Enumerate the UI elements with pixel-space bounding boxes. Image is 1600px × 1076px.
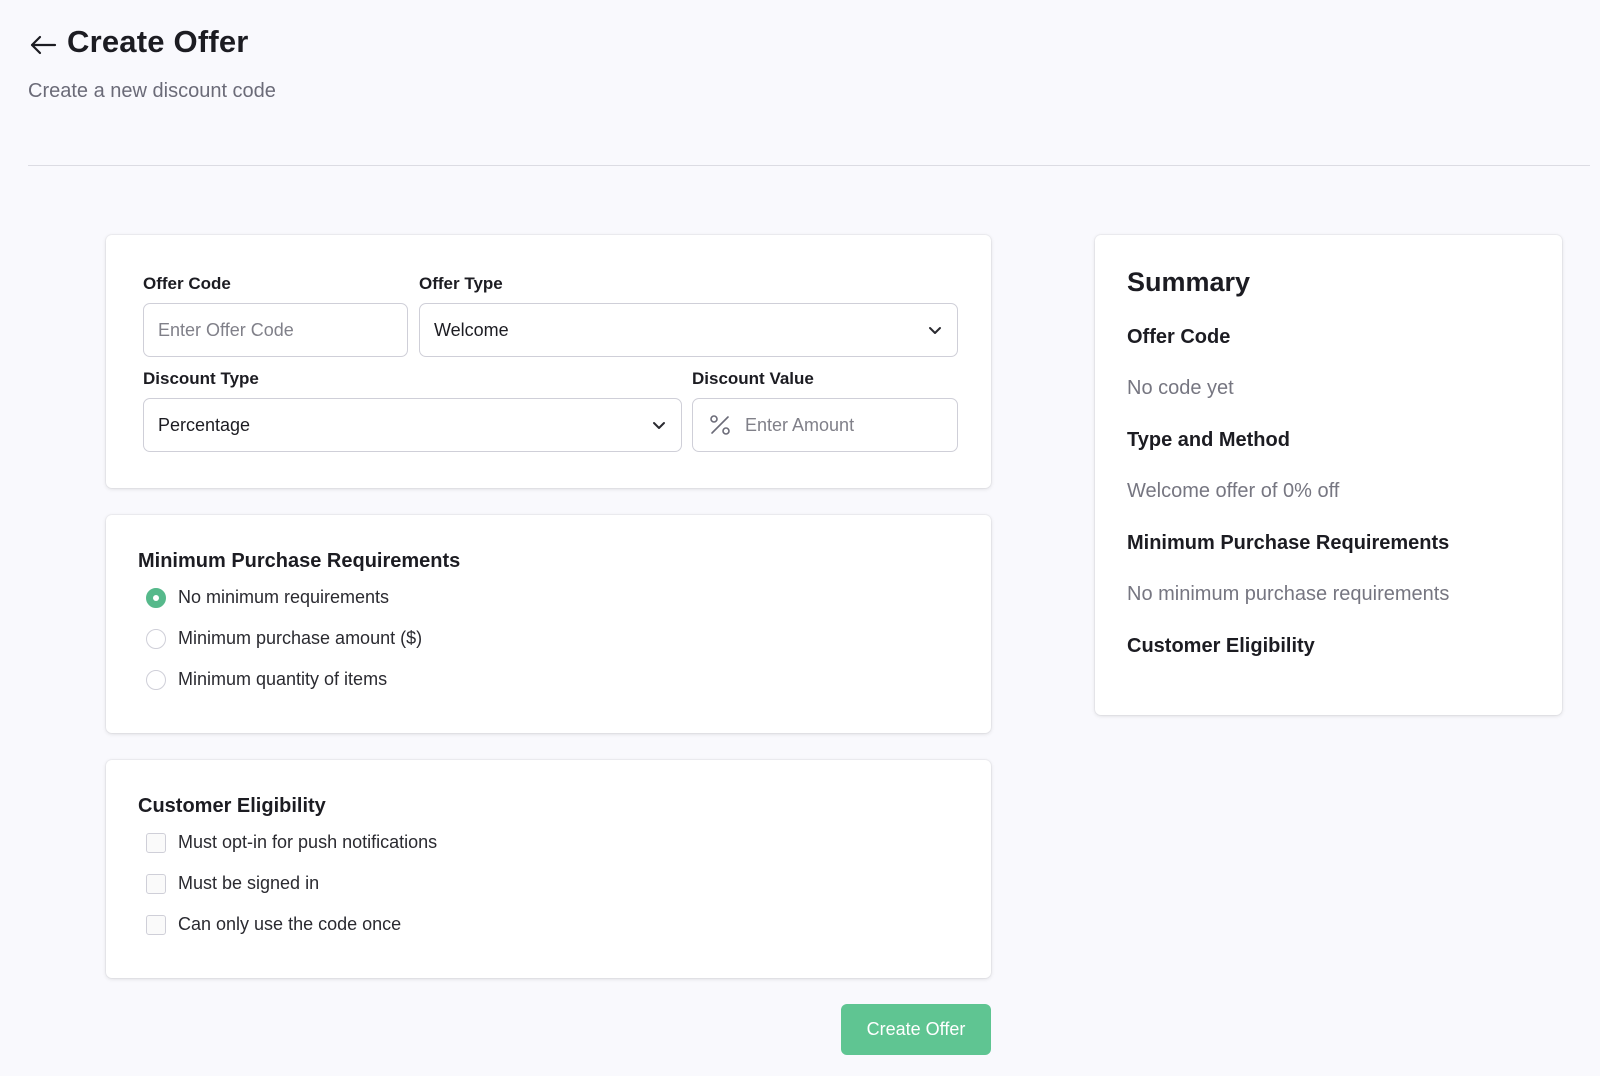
offer-code-label: Offer Code — [143, 274, 231, 293]
arrow-left-icon — [30, 35, 57, 55]
summary-min-purchase-value: No minimum purchase requirements — [1127, 583, 1450, 605]
discount-type-label: Discount Type — [143, 369, 259, 388]
checkbox[interactable] — [146, 873, 166, 894]
radio-label: Minimum purchase amount ($) — [178, 628, 423, 648]
radio-label: Minimum quantity of items — [178, 669, 388, 689]
customer-eligibility-card: Customer Eligibility Must opt-in for pus… — [106, 760, 991, 978]
offer-type-value: Welcome — [434, 319, 509, 340]
summary-type-method-value: Welcome offer of 0% off — [1127, 480, 1340, 502]
checkbox-signed-in[interactable]: Must be signed in — [146, 873, 319, 894]
offer-code-input[interactable] — [144, 304, 407, 356]
checkbox-label: Must opt-in for push notifications — [178, 832, 438, 852]
create-offer-button[interactable]: Create Offer — [841, 1004, 991, 1055]
summary-type-method-heading: Type and Method — [1127, 429, 1290, 451]
customer-eligibility-title: Customer Eligibility — [138, 795, 326, 817]
discount-type-value: Percentage — [158, 414, 251, 435]
summary-min-purchase-heading: Minimum Purchase Requirements — [1127, 532, 1450, 554]
page-title: Create Offer — [67, 24, 249, 59]
summary-eligibility-heading: Customer Eligibility — [1127, 635, 1315, 657]
percent-icon — [710, 415, 730, 435]
discount-value-input[interactable] — [731, 399, 957, 451]
radio-button[interactable] — [146, 669, 166, 690]
checkbox-use-once[interactable]: Can only use the code once — [146, 914, 401, 935]
radio-label: No minimum requirements — [178, 587, 390, 607]
summary-title: Summary — [1127, 267, 1251, 297]
checkbox-push-optin[interactable]: Must opt-in for push notifications — [146, 832, 437, 853]
radio-button[interactable] — [146, 628, 166, 649]
checkbox-label: Can only use the code once — [178, 914, 402, 934]
minimum-purchase-title: Minimum Purchase Requirements — [138, 550, 461, 572]
back-button[interactable] — [28, 30, 58, 60]
header-divider — [28, 165, 1590, 166]
chevron-down-icon — [653, 422, 665, 429]
summary-card: Summary Offer Code No code yet Type and … — [1095, 235, 1562, 715]
radio-button[interactable] — [146, 587, 166, 608]
discount-type-select[interactable]: Percentage — [143, 398, 682, 452]
offer-type-label: Offer Type — [419, 274, 503, 293]
summary-offer-code-value: No code yet — [1127, 377, 1234, 399]
radio-no-minimum[interactable]: No minimum requirements — [146, 587, 389, 608]
discount-value-field — [692, 398, 958, 452]
chevron-down-icon — [929, 327, 941, 334]
page-subtitle: Create a new discount code — [28, 80, 276, 102]
checkbox-label: Must be signed in — [178, 873, 320, 893]
offer-code-field — [143, 303, 408, 357]
checkbox[interactable] — [146, 914, 166, 935]
checkbox[interactable] — [146, 832, 166, 853]
offer-type-select[interactable]: Welcome — [419, 303, 958, 357]
offer-details-card: Offer Code Offer Type Welcome Discount T… — [106, 235, 991, 488]
radio-min-quantity[interactable]: Minimum quantity of items — [146, 669, 387, 690]
discount-value-label: Discount Value — [692, 369, 814, 388]
minimum-purchase-card: Minimum Purchase Requirements No minimum… — [106, 515, 991, 733]
summary-offer-code-heading: Offer Code — [1127, 326, 1231, 348]
radio-min-amount[interactable]: Minimum purchase amount ($) — [146, 628, 422, 649]
